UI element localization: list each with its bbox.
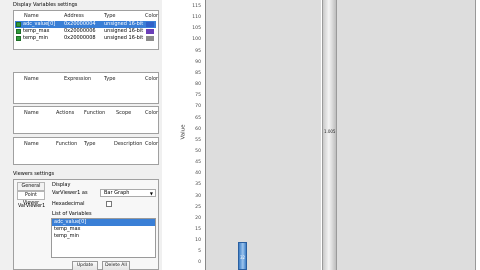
col-color-header: Color — [145, 110, 159, 116]
row-name: temp_min — [23, 35, 49, 41]
table-row[interactable]: adc_value[0] 0x20000004 unsigned 16-bit — [15, 21, 156, 28]
right-edge-border — [475, 0, 476, 270]
row-address: 0x20000006 — [64, 28, 96, 34]
y-tick-label: 75 — [195, 93, 201, 99]
y-tick-label: 60 — [195, 126, 201, 132]
row-address: 0x20000008 — [64, 35, 96, 41]
tab-general[interactable]: General — [17, 182, 45, 191]
row-address: 0x20000004 — [64, 21, 96, 27]
bar-value-label: 32 — [240, 255, 246, 260]
checkbox-checked-icon[interactable] — [16, 36, 21, 41]
hexadecimal-label: Hexadecimal — [52, 201, 85, 207]
col-type-header: Type — [84, 141, 96, 147]
row-type: unsigned 16-bit — [104, 28, 144, 34]
y-tick-label: 70 — [195, 104, 201, 110]
row-color-swatch[interactable] — [146, 22, 154, 27]
y-tick-label: 90 — [195, 59, 201, 65]
variables-table: Name Address Type Color adc_value[0] 0x2… — [13, 10, 159, 50]
col-type-header: Type — [104, 13, 116, 19]
y-tick-label: 30 — [195, 193, 201, 199]
col-name-header: Name — [24, 141, 39, 147]
col-function-header: Function — [56, 141, 78, 147]
slider-value-label: 1.005 — [324, 129, 336, 134]
y-tick-label: 35 — [195, 182, 201, 188]
tab-point-viewer[interactable]: Point Viewer — [17, 191, 45, 206]
col-address-header: Address — [64, 13, 84, 19]
col-name-header: Name — [24, 13, 39, 19]
y-tick-label: 95 — [195, 48, 201, 54]
row-color-swatch[interactable] — [146, 36, 154, 41]
col-name-header: Name — [24, 76, 39, 82]
y-tick-label: 20 — [195, 215, 201, 221]
graph-type-value: Bar Graph — [104, 190, 130, 196]
col-name-header: Name — [24, 110, 39, 116]
variables-listbox[interactable]: adc_value[0] temp_max temp_min — [51, 218, 156, 258]
col-scope-header: Scope — [116, 110, 132, 116]
plot-area — [205, 0, 321, 270]
y-tick-label: 15 — [195, 227, 201, 232]
viewers-settings-box: General Point Viewer VarViewer1 Display … — [13, 179, 159, 270]
col-expression-header: Expression — [64, 76, 92, 82]
vertical-slider[interactable] — [322, 0, 337, 270]
col-description-header: Description — [114, 141, 143, 147]
col-color-header: Color — [145, 13, 159, 19]
y-tick-label: 65 — [195, 115, 201, 121]
expressions-table: Name Expression Type Color — [13, 72, 159, 104]
y-axis-ticks: 115 110 105 100 95 90 85 80 75 70 65 60 55 50 45 40 35 30… — [181, 0, 203, 270]
checkbox-checked-icon[interactable] — [16, 29, 21, 34]
row-type: unsigned 16-bit — [104, 35, 144, 41]
col-type-header: Type — [104, 76, 116, 82]
row-type: unsigned 16-bit — [104, 21, 144, 27]
y-tick-label: 10 — [195, 238, 201, 244]
col-color-header: Color — [145, 141, 159, 147]
col-actions-header: Actions — [56, 110, 75, 116]
y-tick-label: 85 — [195, 70, 201, 76]
hexadecimal-checkbox[interactable] — [106, 201, 112, 207]
col-color-header: Color — [145, 76, 159, 82]
table-row[interactable]: temp_min 0x20000008 unsigned 16-bit — [15, 35, 156, 42]
viewers-settings-title: Viewers settings — [13, 171, 55, 177]
y-tick-label: 105 — [192, 26, 201, 32]
chevron-down-icon: ▼ — [149, 191, 153, 196]
left-panel: Name Address Type Color adc_value[0] 0x2… — [0, 0, 162, 270]
col-function-header: Function — [84, 110, 106, 116]
viewer-name-label: VarViewer1 as — [52, 190, 88, 196]
list-item[interactable]: temp_max — [54, 226, 80, 233]
table-row[interactable]: temp_max 0x20000006 unsigned 16-bit — [15, 28, 156, 35]
y-tick-label: 0 — [198, 260, 201, 266]
update-button[interactable]: Update — [72, 261, 98, 270]
functions-table: Name Function Type Description Color — [13, 137, 159, 165]
display-group-label: Display — [52, 182, 71, 188]
list-item[interactable]: adc_value[0] — [52, 219, 155, 226]
row-name: adc_value[0] — [23, 21, 56, 27]
actions-table: Name Actions Function Scope Color — [13, 106, 159, 134]
y-tick-label: 5 — [198, 249, 201, 255]
checkbox-checked-icon[interactable] — [16, 22, 21, 27]
y-tick-label: 45 — [195, 160, 201, 166]
delete-all-button[interactable]: Delete All — [102, 261, 130, 270]
row-color-swatch[interactable] — [146, 29, 154, 34]
plot-area-right — [337, 0, 475, 270]
y-tick-label: 55 — [195, 137, 201, 143]
y-tick-label: 25 — [195, 204, 201, 210]
y-tick-label: 100 — [192, 37, 201, 43]
y-tick-label: 40 — [195, 171, 201, 177]
viewer-list-item[interactable]: VarViewer1 — [18, 203, 45, 210]
y-tick-label: 115 — [192, 4, 201, 9]
graph-type-select[interactable]: Bar Graph ▼ — [100, 189, 156, 197]
display-variables-title: Display Variables settings — [13, 2, 78, 8]
row-name: temp_max — [23, 28, 50, 34]
list-item[interactable]: temp_min — [54, 233, 79, 240]
y-tick-label: 80 — [195, 82, 201, 88]
list-of-variables-label: List of Variables — [52, 211, 92, 217]
y-tick-label: 110 — [192, 15, 201, 21]
y-tick-label: 50 — [195, 148, 201, 154]
